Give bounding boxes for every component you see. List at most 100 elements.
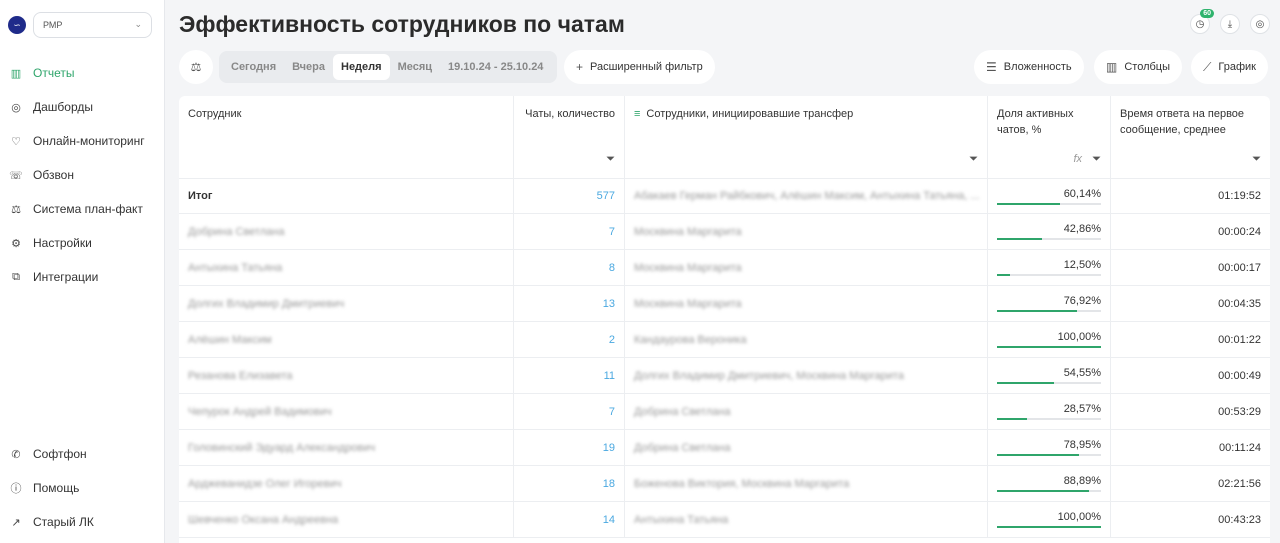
sidebar-item-monitoring[interactable]: ♡ Онлайн-мониторинг	[0, 124, 165, 158]
share-value: 78,95%	[1063, 439, 1101, 451]
response-time: 00:00:24	[1218, 225, 1261, 238]
scales-button[interactable]: ⚖	[179, 50, 213, 84]
chats-cell[interactable]: 7	[514, 214, 625, 249]
sidebar-item-calls[interactable]: ☏ Обзвон	[0, 158, 165, 192]
period-tab[interactable]: Вчера	[284, 54, 333, 80]
period-tab[interactable]: Неделя	[333, 54, 390, 80]
share-value: 28,57%	[1063, 403, 1101, 415]
sidebar-item-integrations[interactable]: ⧉ Интеграции	[0, 260, 165, 294]
chats-cell[interactable]: 18	[514, 466, 625, 501]
response-time: 00:04:35	[1218, 297, 1261, 310]
download-button[interactable]: ⤓	[1220, 14, 1240, 34]
table-row: Чепурок Андрей Вадимович 7 Добрина Светлан…	[179, 394, 1270, 430]
period-date-range[interactable]: 19.10.24 - 25.10.24	[440, 54, 551, 80]
chats-count[interactable]: 13	[603, 298, 615, 310]
chats-count[interactable]: 19	[603, 442, 615, 454]
total-time: 01:19:52	[1218, 190, 1261, 202]
columns-button[interactable]: ▥ Столбцы	[1094, 50, 1183, 84]
share-bar	[997, 454, 1101, 456]
chats-cell[interactable]: 2	[514, 322, 625, 357]
total-chats-cell[interactable]: 577	[514, 179, 625, 213]
sidebar-item-reports[interactable]: ▥ Отчеты	[0, 56, 165, 90]
header-transfer[interactable]: ≡ Сотрудники, инициировавшие трансфер ⏷	[625, 96, 988, 178]
share-value: 54,55%	[1063, 367, 1101, 379]
employee-cell: Антыхина Татьяна	[179, 250, 514, 285]
share-value: 100,00%	[1057, 331, 1101, 343]
table-row: Долгих Владимир Дмитриевич 13 Москвина Мар…	[179, 286, 1270, 322]
sidebar-item-label: Обзвон	[33, 168, 74, 182]
response-time-cell: 00:00:24	[1111, 214, 1270, 249]
chats-count[interactable]: 7	[609, 406, 615, 418]
period-tab[interactable]: Сегодня	[223, 54, 284, 80]
employee-name: Головинский Эдуард Александрович	[188, 441, 376, 454]
chats-count[interactable]: 18	[603, 478, 615, 490]
advanced-filter-button[interactable]: + Расширенный фильтр	[564, 50, 715, 84]
chats-count[interactable]: 11	[604, 370, 615, 382]
sidebar-item-help[interactable]: ⓘ Помощь	[0, 471, 165, 505]
table-row: Добрина Светлана 7 Москвина Маргарита 42,86…	[179, 214, 1270, 250]
transfer-names: Кандаурова Вероника	[634, 333, 747, 346]
filter-icon[interactable]: ⏷	[1252, 151, 1261, 167]
chats-count[interactable]: 7	[609, 226, 615, 238]
chats-cell[interactable]: 11	[514, 358, 625, 393]
employee-cell: Чепурок Андрей Вадимович	[179, 394, 514, 429]
employee-cell: Добрина Светлана	[179, 214, 514, 249]
transfer-names: Добрина Светлана	[634, 441, 731, 454]
filter-icon[interactable]: ⏷	[969, 151, 978, 167]
org-select[interactable]: РМР ⌄	[33, 12, 152, 38]
transfer-names: Долгих Владимир Дмитриевич, Москвина Мар…	[634, 369, 904, 382]
response-time: 00:00:49	[1218, 369, 1261, 382]
employee-name: Антыхина Татьяна	[188, 261, 283, 274]
logo-icon[interactable]: ∽	[8, 16, 26, 34]
transfer-cell: Боженова Виктория, Москвина Маргарита	[625, 466, 988, 501]
sidebar-item-plan-fact[interactable]: ⚖ Система план-факт	[0, 192, 165, 226]
total-time-cell: 01:19:52	[1111, 179, 1270, 213]
share-bar	[997, 274, 1101, 276]
chats-count[interactable]: 8	[609, 262, 615, 274]
chats-cell[interactable]: 7	[514, 394, 625, 429]
header-first-response[interactable]: Время ответа на первое сообщение, средне…	[1111, 96, 1270, 178]
sidebar-item-settings[interactable]: ⚙ Настройки	[0, 226, 165, 260]
response-time: 00:01:22	[1218, 333, 1261, 346]
sidebar-item-dashboard[interactable]: ◎ Дашборды	[0, 90, 165, 124]
response-time-cell: 00:01:22	[1111, 322, 1270, 357]
advanced-filter-label: Расширенный фильтр	[590, 61, 703, 73]
table-body: Добрина Светлана 7 Москвина Маргарита 42,86…	[179, 214, 1270, 538]
target-icon: ◎	[1255, 18, 1265, 30]
plus-icon: +	[576, 60, 584, 74]
chats-cell[interactable]: 19	[514, 430, 625, 465]
table-row: Шевченко Оксана Андреевна 14 Антыхина Тать…	[179, 502, 1270, 538]
share-bar-fill	[997, 310, 1077, 312]
chats-count[interactable]: 14	[603, 514, 615, 526]
sidebar-item-label: Интеграции	[33, 270, 99, 284]
header-employee[interactable]: Сотрудник	[179, 96, 514, 178]
header-chats-count[interactable]: Чаты, количество ⏷	[514, 96, 625, 178]
history-button[interactable]: ◷ 60	[1190, 9, 1214, 34]
employee-name: Долгих Владимир Дмитриевич	[188, 297, 345, 310]
sidebar-item-external-link[interactable]: ↗ Старый ЛК	[0, 505, 165, 539]
employee-cell: Долгих Владимир Дмитриевич	[179, 286, 514, 321]
share-cell: 12,50%	[988, 250, 1111, 285]
chats-count[interactable]: 2	[609, 334, 615, 346]
share-cell: 100,00%	[988, 502, 1111, 537]
response-time-cell: 00:00:17	[1111, 250, 1270, 285]
filter-icon[interactable]: ⏷	[606, 151, 615, 167]
sort-icon[interactable]: ≡	[634, 106, 640, 122]
chats-cell[interactable]: 13	[514, 286, 625, 321]
chats-cell[interactable]: 14	[514, 502, 625, 537]
response-time: 00:43:23	[1218, 513, 1261, 526]
filter-icon[interactable]: ⏷	[1092, 151, 1101, 167]
sidebar-item-phone[interactable]: ✆ Софтфон	[0, 437, 165, 471]
chart-label: График	[1218, 61, 1256, 73]
total-chats[interactable]: 577	[597, 190, 615, 202]
nesting-button[interactable]: ☰ Вложенность	[974, 50, 1084, 84]
chats-cell[interactable]: 8	[514, 250, 625, 285]
header-active-share[interactable]: Доля активных чатов, % fx ⏷	[988, 96, 1111, 178]
period-tab[interactable]: Месяц	[390, 54, 440, 80]
target-button[interactable]: ◎	[1250, 14, 1270, 34]
header-share-label: Доля активных чатов, %	[997, 108, 1074, 136]
sidebar-item-label: Старый ЛК	[33, 515, 94, 529]
chart-button[interactable]: ⟋ График	[1191, 50, 1268, 84]
share-bar	[997, 238, 1101, 240]
formula-icon[interactable]: fx	[1073, 151, 1082, 167]
